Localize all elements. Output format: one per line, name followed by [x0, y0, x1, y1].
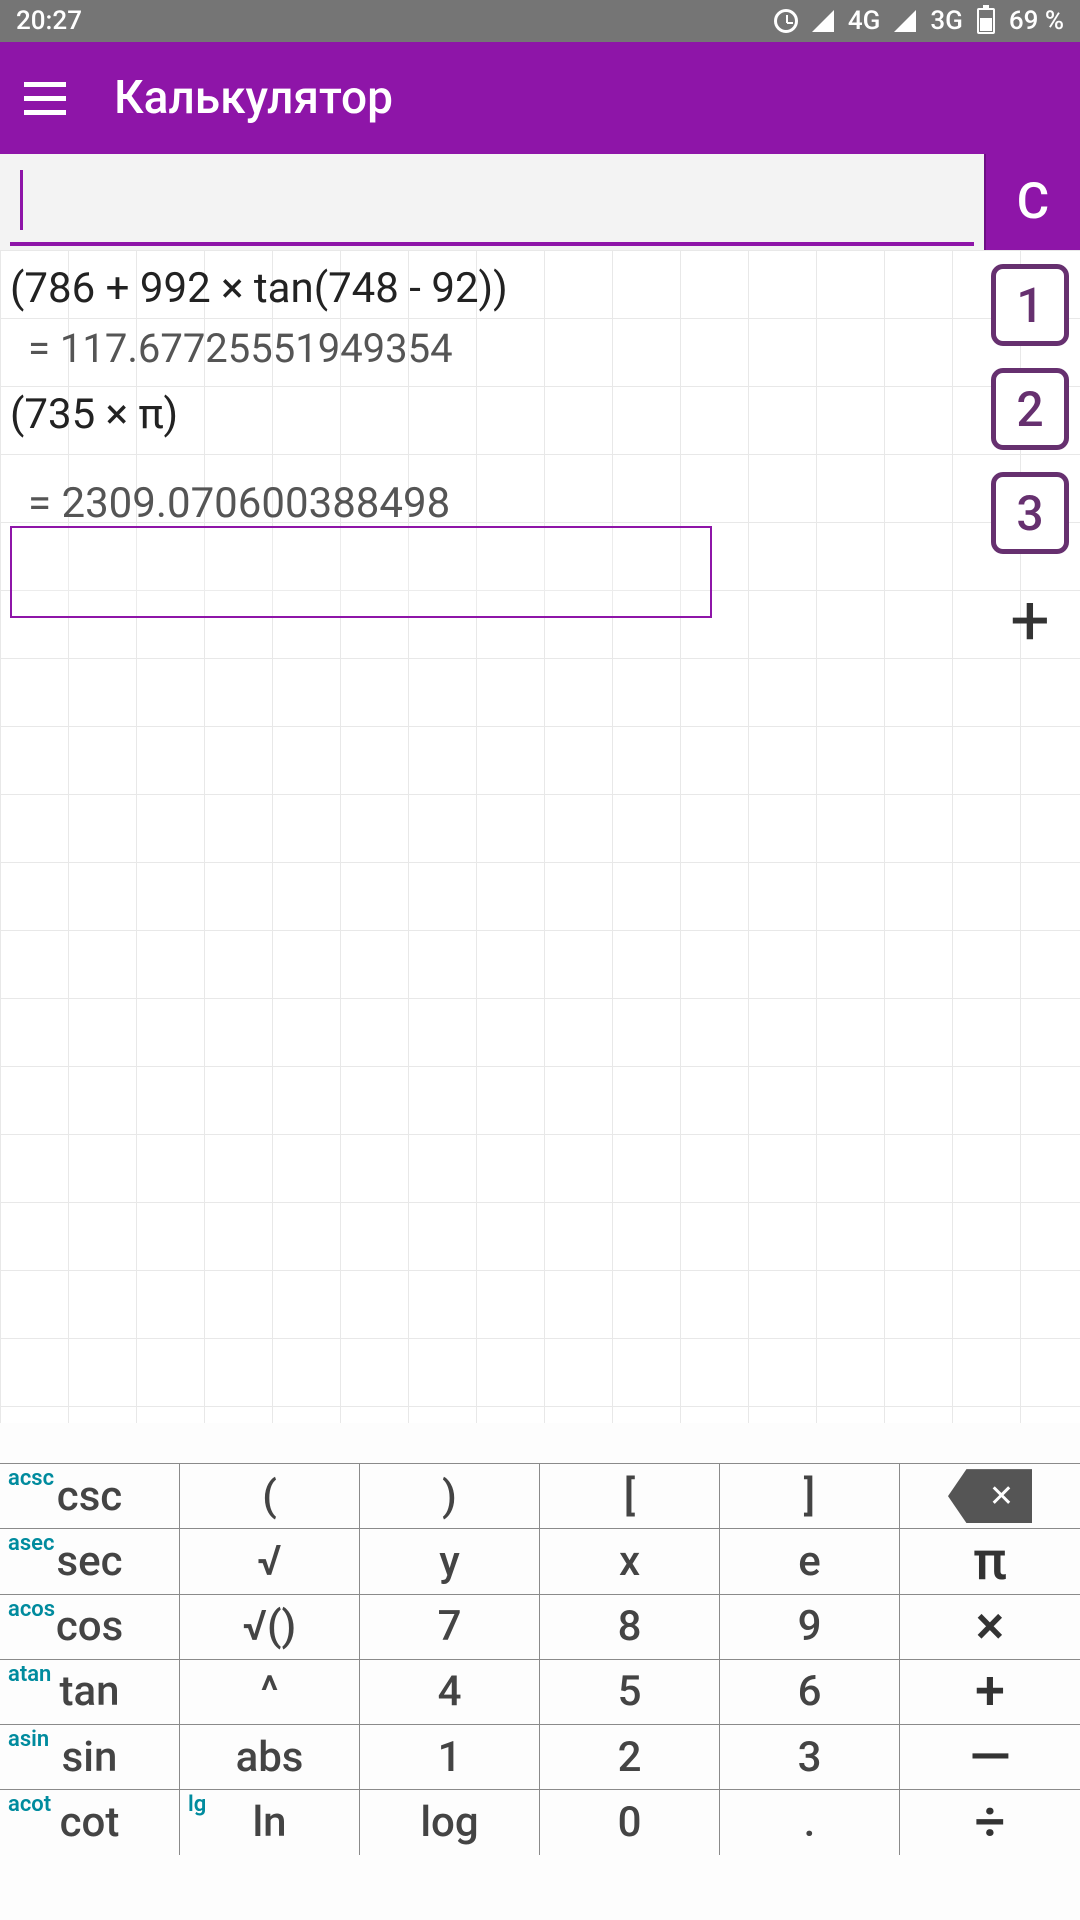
key-3[interactable]: 3 — [720, 1724, 900, 1789]
menu-icon[interactable] — [24, 82, 66, 115]
work-area: (786 + 992 × tan(748 - 92)) = 117.677255… — [0, 250, 1080, 1423]
memory-slot-2[interactable]: 2 — [991, 368, 1069, 450]
app-title: Калькулятор — [114, 71, 393, 125]
key-sqrt-paren[interactable]: √() — [180, 1594, 360, 1659]
key-tan[interactable]: atantan — [0, 1659, 180, 1724]
history-expression[interactable]: (786 + 992 × tan(748 - 92)) — [10, 264, 970, 313]
memory-slot-3[interactable]: 3 — [991, 472, 1069, 554]
key-x[interactable]: x — [540, 1528, 720, 1593]
history-result[interactable]: = 2309.070600388498 — [28, 479, 970, 528]
key-open-paren[interactable]: ( — [180, 1463, 360, 1528]
clear-button[interactable]: C — [984, 154, 1080, 250]
key-8[interactable]: 8 — [540, 1594, 720, 1659]
alarm-icon — [774, 9, 798, 33]
memory-column: 1 2 3 + — [988, 264, 1072, 662]
key-divide[interactable]: ÷ — [900, 1789, 1080, 1854]
key-open-bracket[interactable]: [ — [540, 1463, 720, 1528]
text-caret — [20, 170, 23, 230]
history-result[interactable]: = 117.67725551949354 — [28, 325, 970, 372]
key-pi[interactable]: π — [900, 1528, 1080, 1593]
status-bar: 20:27 4G 3G 69 % — [0, 0, 1080, 42]
battery-icon — [977, 8, 995, 34]
status-right: 4G 3G 69 % — [774, 6, 1064, 36]
key-close-bracket[interactable]: ] — [720, 1463, 900, 1528]
key-decimal[interactable]: . — [720, 1789, 900, 1854]
current-entry-box[interactable] — [10, 526, 712, 618]
key-9[interactable]: 9 — [720, 1594, 900, 1659]
key-minus[interactable]: — — [900, 1724, 1080, 1789]
key-cot[interactable]: acotcot — [0, 1789, 180, 1854]
key-2[interactable]: 2 — [540, 1724, 720, 1789]
key-4[interactable]: 4 — [360, 1659, 540, 1724]
memory-add-icon[interactable]: + — [1010, 580, 1050, 662]
history-list: (786 + 992 × tan(748 - 92)) = 117.677255… — [10, 258, 970, 542]
app-bar: Калькулятор — [0, 42, 1080, 154]
key-sqrt[interactable]: √ — [180, 1528, 360, 1593]
key-csc[interactable]: acsccsc — [0, 1463, 180, 1528]
key-5[interactable]: 5 — [540, 1659, 720, 1724]
status-time: 20:27 — [16, 6, 82, 36]
key-6[interactable]: 6 — [720, 1659, 900, 1724]
input-row: C — [0, 154, 1080, 250]
battery-pct: 69 % — [1009, 6, 1064, 36]
key-0[interactable]: 0 — [540, 1789, 720, 1854]
net-2-label: 3G — [930, 6, 963, 36]
history-expression[interactable]: (735 × π) — [10, 390, 970, 439]
signal-2-icon — [894, 10, 916, 32]
key-abs[interactable]: abs — [180, 1724, 360, 1789]
memory-slot-1[interactable]: 1 — [991, 264, 1069, 346]
key-sin[interactable]: asinsin — [0, 1724, 180, 1789]
key-7[interactable]: 7 — [360, 1594, 540, 1659]
key-1[interactable]: 1 — [360, 1724, 540, 1789]
key-log[interactable]: log — [360, 1789, 540, 1854]
key-plus[interactable]: + — [900, 1659, 1080, 1724]
key-y[interactable]: y — [360, 1528, 540, 1593]
signal-1-icon — [812, 10, 834, 32]
key-close-paren[interactable]: ) — [360, 1463, 540, 1528]
net-1-label: 4G — [848, 6, 881, 36]
key-multiply[interactable]: × — [900, 1594, 1080, 1659]
key-e[interactable]: e — [720, 1528, 900, 1593]
key-backspace[interactable] — [900, 1463, 1080, 1528]
keypad: acsccsc ( ) [ ] asecsec √ y x e π acosco… — [0, 1423, 1080, 1920]
backspace-icon — [948, 1469, 1032, 1523]
key-ln[interactable]: lgln — [180, 1789, 360, 1854]
key-power[interactable]: ^ — [180, 1659, 360, 1724]
key-cos[interactable]: acoscos — [0, 1594, 180, 1659]
expression-input[interactable] — [10, 158, 974, 246]
key-sec[interactable]: asecsec — [0, 1528, 180, 1593]
